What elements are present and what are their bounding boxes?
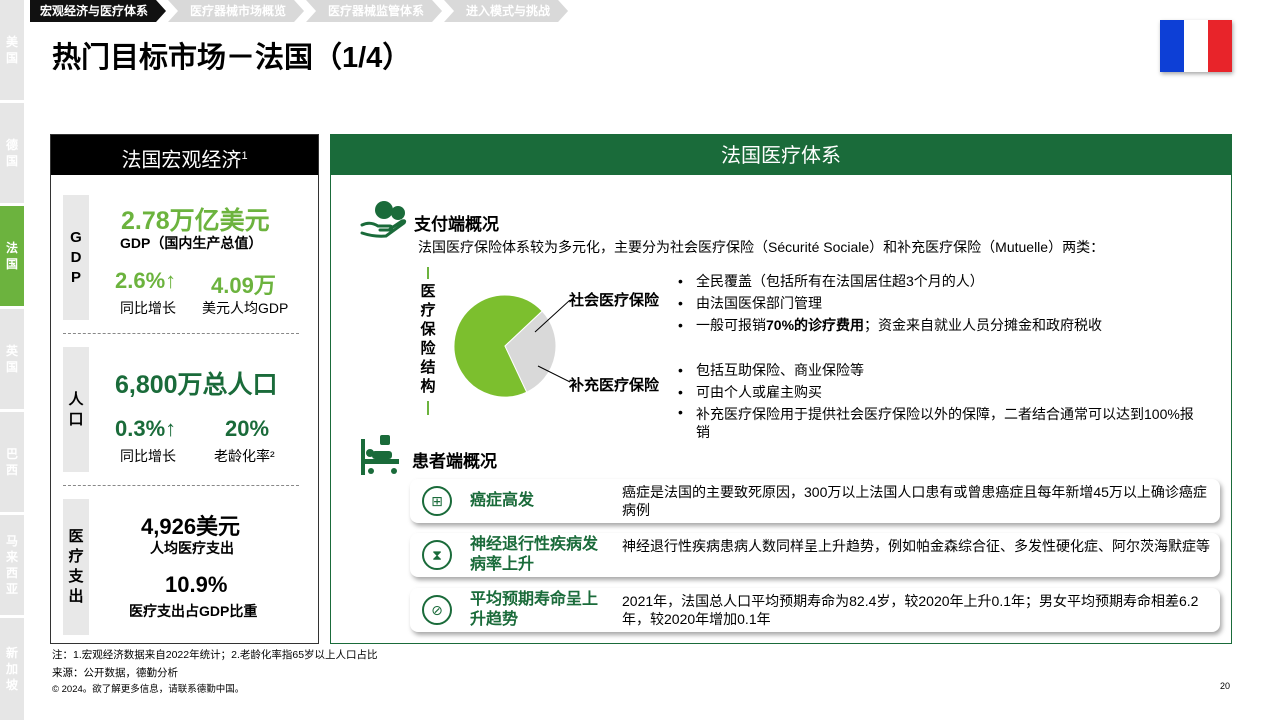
hospital-bed-icon [361, 435, 399, 475]
patient-card-text: 神经退行性疾病患病人数同样呈上升趋势，例如帕金森综合征、多发性硬化症、阿尔茨海默… [622, 538, 1210, 554]
supp-insurance-bullets: 包括互助保险、商业保险等 可由个人或雇主购买 补充医疗保险用于提供社会医疗保险以… [676, 359, 1206, 441]
coin-shape [391, 206, 405, 220]
patient-head [366, 449, 374, 457]
health-system-header: 法国医疗体系 [331, 135, 1231, 175]
flag-stripe-red [1208, 20, 1232, 72]
side-tab-malaysia[interactable]: 马来西亚 [0, 515, 24, 615]
patient-title: 患者端概况 [412, 452, 497, 471]
source-note: 来源：公开数据，德勤分析 [52, 667, 178, 679]
hand-coins-icon [360, 201, 407, 238]
health-spend-ratio-desc: 医疗支出占GDP比重 [129, 603, 258, 619]
insurance-structure-label: 医疗保险结构 [420, 283, 436, 395]
side-tab-brazil[interactable]: 巴西 [0, 412, 24, 512]
hand-shape [360, 219, 407, 238]
gdp-per-capita: 4.09万 [211, 273, 276, 298]
health-spend-value: 4,926美元 [141, 514, 241, 539]
vert-bar [427, 267, 429, 279]
side-tab-usa[interactable]: 美国 [0, 0, 24, 100]
patient-card-neuro: ⧗ 神经退行性疾病发病率上升 神经退行性疾病患病人数同样呈上升趋势，例如帕金森综… [410, 533, 1220, 577]
page-title: 热门目标市场－法国（1/4） [52, 42, 412, 74]
copyright: © 2024。欲了解更多信息，请联系德勤中国。 [52, 684, 245, 695]
pills-icon: ⊘ [422, 595, 452, 625]
list-item: 一般可报销70%的诊疗费用；资金来自就业人员分摊金和政府税收 [676, 314, 1206, 336]
patient-card-title: 癌症高发 [470, 492, 535, 509]
health-spend-ratio: 10.9% [165, 572, 228, 597]
aging-rate: 20% [225, 416, 270, 441]
coin-shape [375, 201, 393, 219]
side-tabs: 美国 德国 法国 英国 巴西 马来西亚 新加坡 [0, 0, 24, 720]
macro-panel: 法国宏观经济1 GDP 2.78万亿美元 GDP（国内生产总值） 2.6%↑ 4… [50, 134, 319, 644]
side-tab-germany[interactable]: 德国 [0, 103, 24, 203]
patient-card-cancer: ⊞ 癌症高发 癌症是法国的主要致死原因，300万以上法国人口患有或曾患癌症且每年… [410, 479, 1220, 523]
breadcrumb-macro[interactable]: 宏观经济与医疗体系 [30, 0, 166, 22]
page-number: 20 [1220, 681, 1231, 691]
divider [63, 333, 299, 334]
patient-card-title: 平均预期寿命呈上升趋势 [470, 591, 599, 628]
gdp-desc: GDP（国内生产总值） [120, 235, 263, 251]
health-spend-label-box: 医疗支出 [63, 499, 89, 635]
divider [63, 485, 299, 486]
list-item: 可由个人或雇主购买 [676, 381, 1206, 403]
list-item: 包括互助保险、商业保险等 [676, 359, 1206, 381]
bed-post [361, 439, 365, 475]
health-spend-desc: 人均医疗支出 [150, 540, 234, 556]
list-item: 全民覆盖（包括所有在法国居住超3个月的人） [676, 270, 1206, 292]
patient-card-text: 2021年，法国总人口平均预期寿命为82.4岁，较2020年上升0.1年；男女平… [622, 593, 1199, 627]
social-insurance-bullets: 全民覆盖（包括所有在法国居住超3个月的人） 由法国医保部门管理 一般可报销70%… [676, 270, 1206, 336]
breadcrumb-entry[interactable]: 进入模式与挑战 [444, 0, 568, 22]
gdp-per-capita-label: 美元人均GDP [202, 300, 289, 316]
population-growth-label: 同比增长 [120, 448, 176, 464]
vert-bar [427, 401, 429, 415]
patient-card-title: 神经退行性疾病发病率上升 [470, 536, 599, 573]
leader-line-supp [537, 365, 571, 383]
flag-stripe-white [1184, 20, 1208, 72]
supp-insurance-label: 补充医疗保险 [569, 377, 660, 394]
patient-card-life-expectancy: ⊘ 平均预期寿命呈上升趋势 2021年，法国总人口平均预期寿命为82.4岁，较2… [410, 588, 1220, 632]
side-tab-uk[interactable]: 英国 [0, 309, 24, 409]
flag-stripe-blue [1160, 20, 1184, 72]
side-tab-singapore[interactable]: 新加坡 [0, 618, 24, 720]
bed-wheel [368, 468, 374, 474]
population-growth: 0.3%↑ [115, 416, 177, 441]
footnote: 注：1.宏观经济数据来自2022年统计；2.老龄化率指65岁以上人口占比 [52, 649, 378, 661]
aging-rate-label: 老龄化率² [214, 448, 275, 464]
social-insurance-label: 社会医疗保险 [569, 292, 660, 309]
iv-bag [380, 435, 390, 445]
side-tab-france[interactable]: 法国 [0, 206, 24, 306]
gdp-label-box: GDP [63, 195, 89, 320]
gdp-growth-label: 同比增长 [120, 300, 176, 316]
arrow-up-icon: ↑ [165, 416, 177, 441]
patient-body [372, 451, 392, 459]
payer-title: 支付端概况 [414, 215, 499, 234]
breadcrumb-market[interactable]: 医疗器械市场概览 [168, 0, 304, 22]
macro-panel-header: 法国宏观经济1 [51, 135, 318, 175]
patient-card-text: 癌症是法国的主要致死原因，300万以上法国人口患有或曾患癌症且每年新增45万以上… [622, 484, 1207, 518]
dna-icon: ⧗ [422, 540, 452, 570]
arrow-up-icon: ↑ [165, 268, 177, 293]
bed-wheel [391, 468, 397, 474]
gdp-value: 2.78万亿美元 [121, 207, 270, 235]
bed-frame [365, 459, 399, 464]
list-item: 补充医疗保险用于提供社会医疗保险以外的保障，二者结合通常可以达到100%报销 [676, 403, 1206, 441]
france-flag-icon [1160, 20, 1232, 72]
population-label-box: 人口 [63, 347, 89, 472]
leader-line-social [534, 300, 571, 333]
payer-desc: 法国医疗保险体系较为多元化，主要分为社会医疗保险（Sécurité Social… [418, 239, 1105, 255]
breadcrumb: 宏观经济与医疗体系 医疗器械市场概览 医疗器械监管体系 进入模式与挑战 [30, 0, 570, 22]
population-value: 6,800万总人口 [115, 371, 278, 399]
breadcrumb-regulation[interactable]: 医疗器械监管体系 [306, 0, 442, 22]
list-item: 由法国医保部门管理 [676, 292, 1206, 314]
medical-box-icon: ⊞ [422, 486, 452, 516]
gdp-growth: 2.6%↑ [115, 268, 177, 293]
